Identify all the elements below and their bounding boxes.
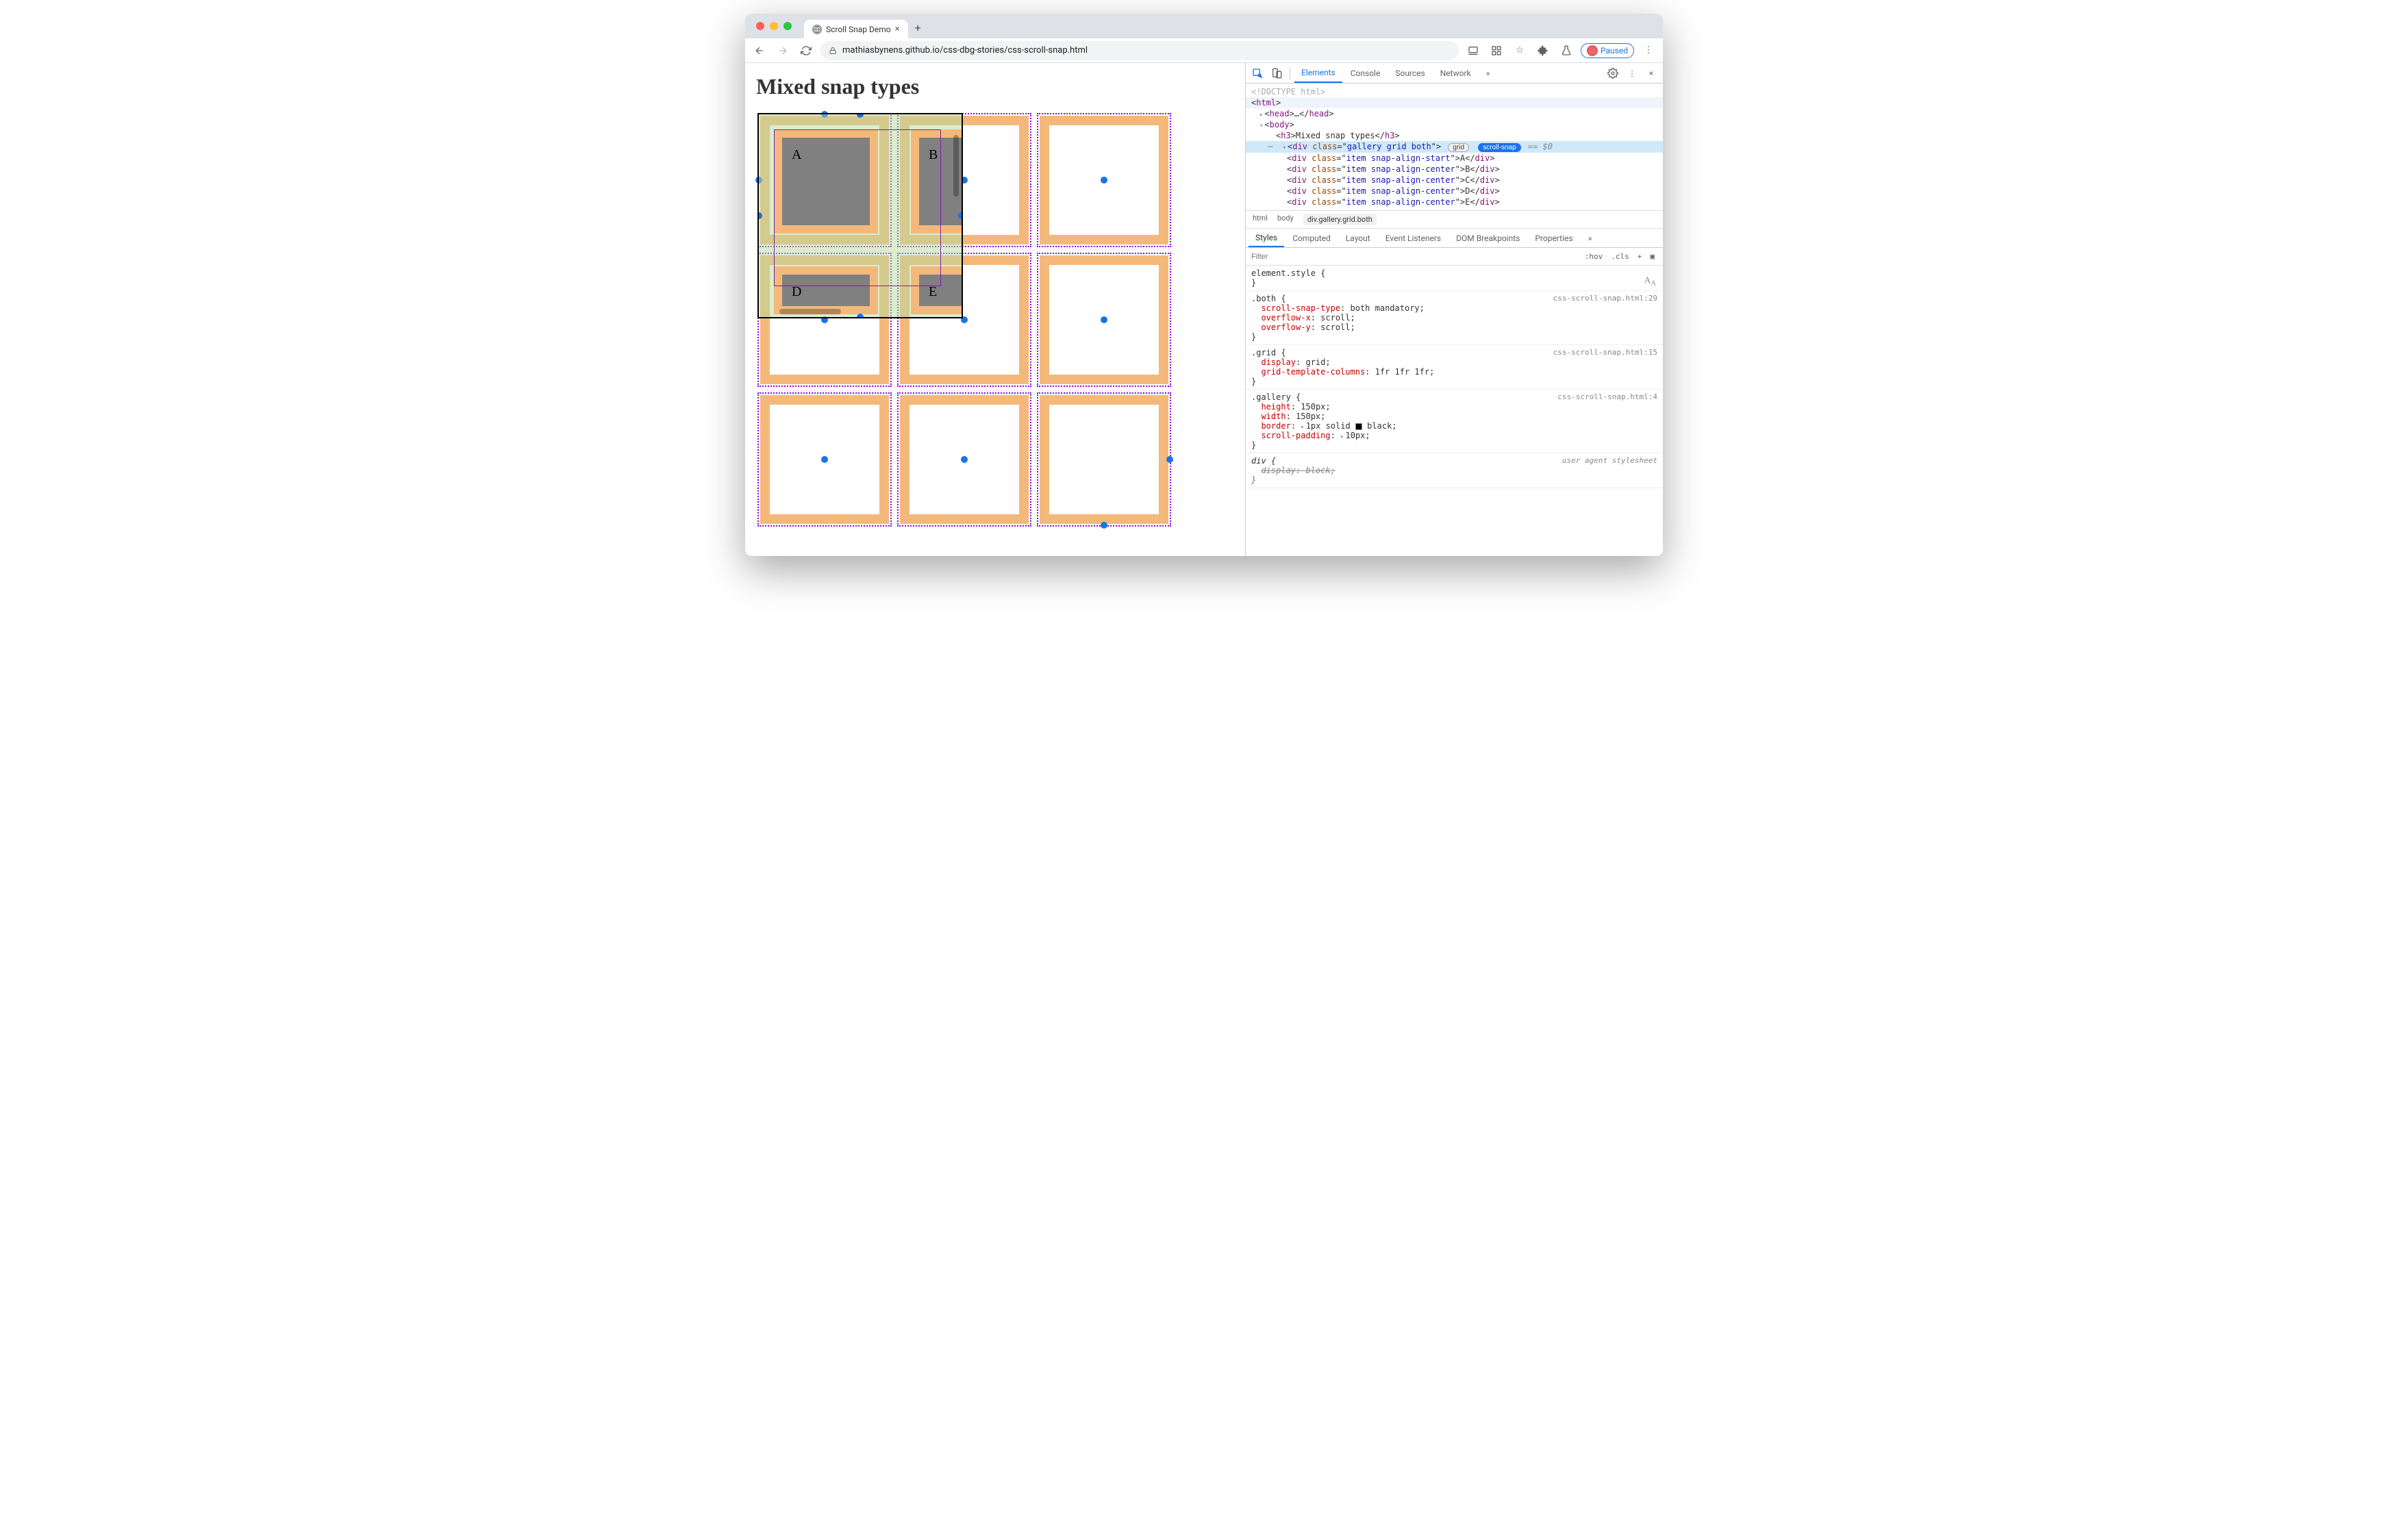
forward-button[interactable] xyxy=(774,42,792,60)
tab-network[interactable]: Network xyxy=(1433,64,1478,82)
font-icon[interactable]: AA xyxy=(1644,275,1656,288)
snap-cell xyxy=(1037,392,1171,527)
star-icon[interactable]: ☆ xyxy=(1511,42,1529,60)
more-subtabs-icon[interactable]: » xyxy=(1581,229,1599,247)
devtools-panel: Elements Console Sources Network » ⋮ × <… xyxy=(1245,63,1663,556)
inspect-icon[interactable] xyxy=(1249,64,1266,82)
tab-console[interactable]: Console xyxy=(1344,64,1388,82)
scroll-snap-viewport-overlay: A B D E xyxy=(757,113,963,318)
device-toggle-icon[interactable] xyxy=(1268,64,1285,82)
globe-icon xyxy=(812,25,822,34)
maximize-window-button[interactable] xyxy=(783,22,792,30)
lock-icon xyxy=(829,47,837,55)
scrollbar-horizontal[interactable] xyxy=(779,309,841,314)
snap-cell xyxy=(1037,113,1171,247)
browser-tab[interactable]: Scroll Snap Demo × xyxy=(804,20,908,38)
dom-node[interactable]: <div class="item snap-align-start">A</di… xyxy=(1246,153,1663,164)
breadcrumb[interactable]: html body div.gallery.grid.both xyxy=(1246,210,1663,229)
scroll-snap-badge[interactable]: scroll-snap xyxy=(1478,143,1520,152)
minimize-window-button[interactable] xyxy=(770,22,778,30)
menu-button[interactable]: ⋮ xyxy=(1640,42,1657,60)
dom-node[interactable]: <div class="item snap-align-center">E</d… xyxy=(1246,197,1663,207)
scroll-padding-overlay xyxy=(774,129,941,286)
kebab-icon[interactable]: ⋮ xyxy=(1623,64,1641,82)
styles-filter-row: :hov .cls + ▣ xyxy=(1246,248,1663,266)
dom-tree[interactable]: <!DOCTYPE html> <html> <head>…</head> <b… xyxy=(1246,84,1663,210)
labs-icon[interactable] xyxy=(1557,42,1575,60)
dom-node[interactable]: <div class="item snap-align-center">D</d… xyxy=(1246,186,1663,197)
subtab-layout[interactable]: Layout xyxy=(1339,230,1377,247)
subtab-properties[interactable]: Properties xyxy=(1528,230,1579,247)
close-devtools-icon[interactable]: × xyxy=(1642,64,1660,82)
breadcrumb-item[interactable]: html xyxy=(1253,214,1268,225)
avatar-icon xyxy=(1587,45,1598,56)
traffic-lights xyxy=(751,22,797,30)
close-window-button[interactable] xyxy=(756,22,764,30)
styles-pane[interactable]: element.style { } AA css-scroll-snap.htm… xyxy=(1246,266,1663,556)
tab-sources[interactable]: Sources xyxy=(1388,64,1431,82)
toolbar: mathiasbynens.github.io/css-dbg-stories/… xyxy=(745,38,1663,63)
more-tabs-icon[interactable]: » xyxy=(1479,64,1497,82)
page-heading: Mixed snap types xyxy=(756,74,1238,99)
cls-button[interactable]: .cls xyxy=(1607,251,1633,262)
close-tab-icon[interactable]: × xyxy=(895,24,900,34)
profile-paused-badge[interactable]: Paused xyxy=(1581,43,1634,58)
dom-node[interactable]: <div class="item snap-align-center">C</d… xyxy=(1246,175,1663,186)
grid-badge[interactable]: grid xyxy=(1448,143,1469,152)
styles-subtabs: Styles Computed Layout Event Listeners D… xyxy=(1246,229,1663,248)
paused-label: Paused xyxy=(1601,46,1628,55)
device-icon[interactable] xyxy=(1464,42,1482,60)
page-viewport: Mixed snap types A xyxy=(745,63,1245,556)
qr-icon[interactable] xyxy=(1488,42,1505,60)
scrollbar-vertical[interactable] xyxy=(953,135,959,197)
snap-cell xyxy=(757,392,892,527)
back-button[interactable] xyxy=(751,42,768,60)
dom-node[interactable]: <div class="item snap-align-center">B</d… xyxy=(1246,164,1663,175)
extensions-icon[interactable] xyxy=(1534,42,1552,60)
snap-cell xyxy=(897,392,1031,527)
new-tab-button[interactable]: + xyxy=(908,17,928,38)
snap-cell xyxy=(1037,253,1171,387)
reload-button[interactable] xyxy=(797,42,815,60)
settings-icon[interactable] xyxy=(1604,64,1622,82)
styles-filter-input[interactable] xyxy=(1250,252,1581,262)
subtab-computed[interactable]: Computed xyxy=(1285,230,1338,247)
url-text: mathiasbynens.github.io/css-dbg-stories/… xyxy=(842,45,1088,55)
tab-elements[interactable]: Elements xyxy=(1294,64,1342,83)
window-titlebar: Scroll Snap Demo × + xyxy=(745,14,1663,38)
tab-title: Scroll Snap Demo xyxy=(826,25,891,34)
subtab-event-listeners[interactable]: Event Listeners xyxy=(1379,230,1448,247)
subtab-dom-breakpoints[interactable]: DOM Breakpoints xyxy=(1449,230,1527,247)
hov-button[interactable]: :hov xyxy=(1581,251,1607,262)
breadcrumb-item[interactable]: body xyxy=(1277,214,1294,225)
subtab-styles[interactable]: Styles xyxy=(1249,229,1284,247)
selected-dom-node[interactable]: ⋯ <div class="gallery grid both"> grid s… xyxy=(1246,141,1663,153)
breadcrumb-item[interactable]: div.gallery.grid.both xyxy=(1303,214,1377,225)
new-rule-button[interactable]: + xyxy=(1633,251,1646,262)
devtools-tabstrip: Elements Console Sources Network » ⋮ × xyxy=(1246,63,1663,84)
panel-toggle-icon[interactable]: ▣ xyxy=(1646,251,1659,262)
address-bar[interactable]: mathiasbynens.github.io/css-dbg-stories/… xyxy=(820,41,1459,60)
